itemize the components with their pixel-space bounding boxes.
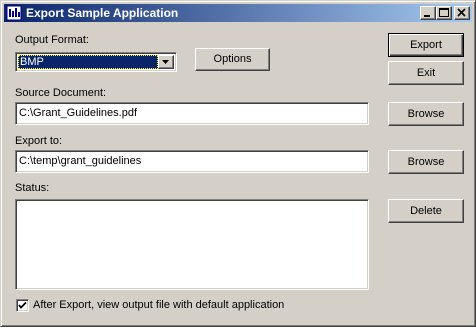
app-icon bbox=[6, 5, 22, 21]
delete-button[interactable]: Delete bbox=[388, 199, 464, 223]
export-to-label: Export to: bbox=[15, 135, 63, 147]
exit-button[interactable]: Exit bbox=[388, 61, 464, 85]
status-label: Status: bbox=[15, 182, 50, 194]
window-title: Export Sample Application bbox=[26, 6, 179, 20]
maximize-button[interactable] bbox=[436, 6, 452, 20]
options-button[interactable]: Options bbox=[195, 48, 270, 71]
minimize-button[interactable] bbox=[420, 6, 436, 20]
output-format-value: BMP bbox=[18, 55, 158, 69]
export-button[interactable]: Export bbox=[388, 33, 464, 57]
source-document-label: Source Document: bbox=[15, 87, 107, 99]
browse-source-button[interactable]: Browse bbox=[388, 102, 464, 126]
minimize-icon bbox=[424, 15, 430, 17]
export-to-field[interactable]: C:\temp\grant_guidelines bbox=[15, 150, 369, 173]
dropdown-button[interactable] bbox=[158, 55, 174, 69]
view-output-checkbox-label[interactable]: After Export, view output file with defa… bbox=[33, 299, 284, 311]
maximize-icon bbox=[439, 8, 449, 17]
title-bar[interactable]: Export Sample Application bbox=[4, 4, 472, 22]
output-format-label: Output Format: bbox=[15, 34, 89, 46]
checkmark-icon bbox=[18, 301, 27, 309]
close-button[interactable] bbox=[454, 6, 470, 20]
status-textarea[interactable] bbox=[15, 199, 369, 290]
browse-export-button[interactable]: Browse bbox=[388, 150, 464, 174]
chevron-down-icon bbox=[162, 60, 169, 64]
source-document-field[interactable]: C:\Grant_Guidelines.pdf bbox=[15, 102, 369, 125]
view-output-checkbox[interactable] bbox=[16, 299, 29, 312]
output-format-select[interactable]: BMP bbox=[15, 52, 177, 72]
close-icon bbox=[457, 8, 466, 17]
export-sample-window: Export Sample Application Output Format:… bbox=[0, 0, 476, 327]
